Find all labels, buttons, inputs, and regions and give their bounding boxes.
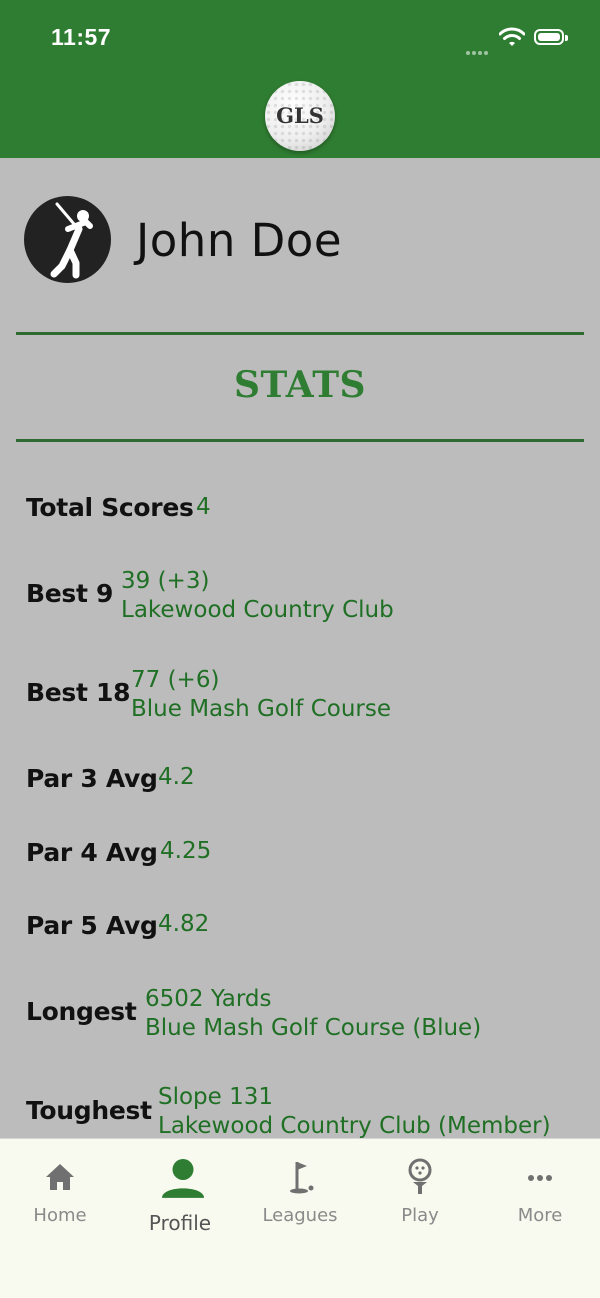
stat-value-par-4-avg: 4.25 [160, 838, 212, 864]
logo-text: GLS [276, 103, 324, 128]
stat-value-longest: 6502 Yards [145, 986, 272, 1012]
tab-more[interactable]: More [480, 1139, 600, 1249]
stat-value-best-9: 39 (+3) [121, 568, 210, 594]
tab-play[interactable]: Play [360, 1139, 480, 1249]
home-icon [46, 1164, 74, 1190]
tab-label-home: Home [33, 1205, 87, 1226]
battery-icon [534, 29, 568, 45]
stat-label-par-4-avg: Par 4 Avg [26, 838, 158, 867]
status-time: 11:57 [51, 24, 112, 50]
stat-label-toughest: Toughest [26, 1096, 152, 1125]
more-dots-icon [528, 1175, 552, 1181]
avatar [24, 196, 111, 283]
stat-value-par-3-avg: 4.2 [158, 764, 195, 790]
tab-label-more: More [517, 1205, 563, 1226]
tab-home[interactable]: Home [0, 1139, 120, 1249]
stat-value-toughest: Slope 131 [158, 1084, 274, 1110]
divider-bottom [16, 439, 584, 442]
user-name: John Doe [136, 214, 343, 267]
wifi-icon [499, 27, 525, 46]
stat-detail-best-9: Lakewood Country Club [121, 597, 394, 623]
divider-top [16, 332, 584, 335]
tab-profile[interactable]: Profile [120, 1139, 240, 1249]
cellular-signal-icon [466, 42, 492, 55]
stat-label-best-9: Best 9 [26, 579, 114, 608]
tab-label-play: Play [401, 1205, 439, 1226]
person-icon [162, 1159, 204, 1198]
stat-label-total-scores: Total Scores [26, 493, 194, 522]
stat-label-longest: Longest [26, 997, 137, 1026]
app-header: 11:57 GLS [0, 0, 600, 158]
stat-detail-toughest: Lakewood Country Club (Member) [158, 1113, 551, 1139]
flag-icon [290, 1162, 314, 1194]
stat-value-par-5-avg: 4.82 [158, 911, 210, 937]
stat-label-best-18: Best 18 [26, 678, 131, 707]
app-logo: GLS [265, 81, 335, 151]
tab-label-leagues: Leagues [262, 1205, 338, 1226]
stat-label-par-3-avg: Par 3 Avg [26, 764, 158, 793]
tab-leagues[interactable]: Leagues [240, 1139, 360, 1249]
tab-bar: Home Profile Leagues Play More [0, 1138, 600, 1298]
stat-label-par-5-avg: Par 5 Avg [26, 911, 158, 940]
stat-value-best-18: 77 (+6) [131, 667, 220, 693]
golfer-icon [50, 202, 93, 279]
stat-detail-best-18: Blue Mash Golf Course [131, 696, 392, 722]
tab-label-profile: Profile [148, 1211, 212, 1235]
stat-detail-longest: Blue Mash Golf Course (Blue) [145, 1015, 482, 1041]
golf-ball-tee-icon [408, 1158, 432, 1194]
stat-value-total-scores: 4 [196, 494, 211, 520]
stats-title: STATS [233, 364, 367, 406]
